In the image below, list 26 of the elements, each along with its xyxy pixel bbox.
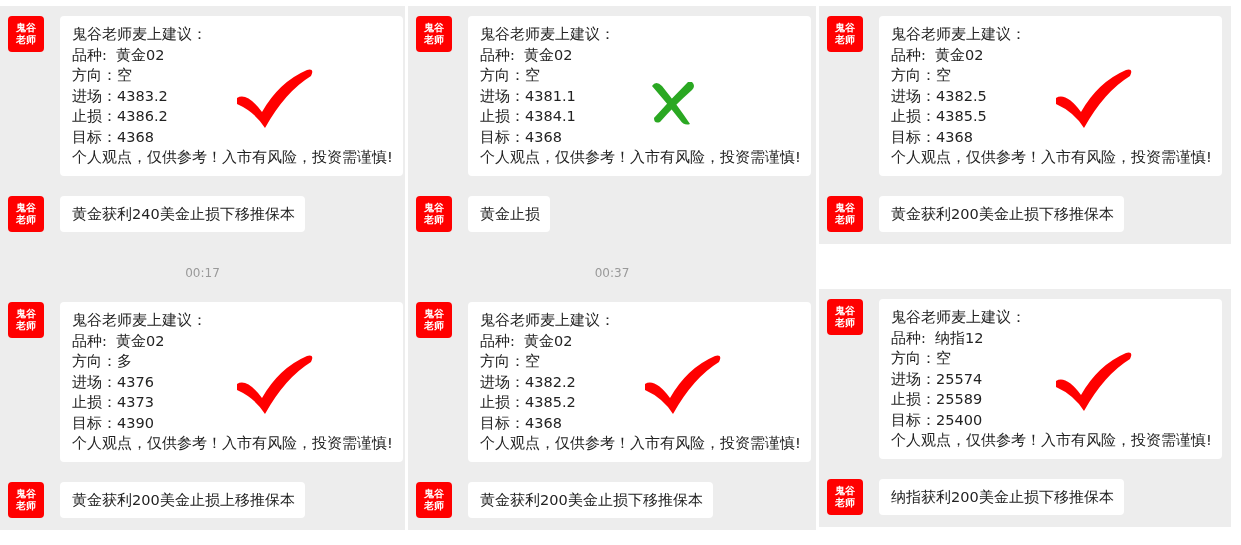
avatar[interactable]: 鬼谷 老师 [827, 478, 863, 515]
avatar[interactable]: 鬼谷 老师 [827, 195, 863, 232]
avatar[interactable]: 鬼谷 老师 [8, 302, 44, 338]
message-bubble: 黄金止损 [468, 195, 550, 232]
message-bubble: 鬼谷老师麦上建议： 品种: 纳指12 方向：空 进场：25574 止损：25589 目标：25400 个人观点，仅供参考！入市有风险，投资需谨慎! [879, 299, 1222, 459]
avatar[interactable]: 鬼谷 老师 [416, 16, 452, 52]
message-bubble: 黄金获利200美金止损下移推保本 [879, 195, 1124, 232]
message-bubble: 鬼谷老师麦上建议： 品种: 黄金02 方向：空 进场：4382.2 止损：4385.2 目标：4368 个人观点，仅供参考！入市有风险，投资需谨慎! [468, 302, 811, 462]
timestamp: 00:17 [185, 266, 220, 280]
avatar[interactable]: 鬼谷 老师 [416, 302, 452, 338]
timestamp: 00:37 [594, 266, 630, 280]
message-bubble: 黄金获利200美金止损上移推保本 [60, 481, 305, 518]
avatar[interactable]: 鬼谷 老师 [827, 299, 863, 335]
avatar[interactable]: 鬼谷 老师 [8, 16, 44, 52]
message-bubble: 鬼谷老师麦上建议： 品种: 黄金02 方向：多 进场：4376 止损：4373 目标：4390 个人观点，仅供参考！入市有风险，投资需谨慎! [60, 302, 403, 462]
avatar[interactable]: 鬼谷 老师 [827, 16, 863, 52]
message-bubble: 黄金获利240美金止损下移推保本 [60, 195, 305, 232]
message-bubble: 鬼谷老师麦上建议： 品种: 黄金02 方向：空 进场：4383.2 止损：4386.2 目标：4368 个人观点，仅供参考！入市有风险，投资需谨慎! [60, 16, 403, 176]
avatar[interactable]: 鬼谷 老师 [8, 195, 44, 232]
avatar[interactable]: 鬼谷 老师 [416, 195, 452, 232]
message-bubble: 纳指获利200美金止损下移推保本 [879, 478, 1124, 515]
message-bubble: 鬼谷老师麦上建议： 品种: 黄金02 方向：空 进场：4381.1 止损：4384.1 目标：4368 个人观点，仅供参考！入市有风险，投资需谨慎! [468, 16, 811, 176]
message-bubble: 鬼谷老师麦上建议： 品种: 黄金02 方向：空 进场：4382.5 止损：4385.5 目标：4368 个人观点，仅供参考！入市有风险，投资需谨慎! [879, 16, 1222, 176]
message-bubble: 黄金获利200美金止损下移推保本 [468, 481, 713, 518]
avatar[interactable]: 鬼谷 老师 [416, 481, 452, 518]
avatar[interactable]: 鬼谷 老师 [8, 481, 44, 518]
